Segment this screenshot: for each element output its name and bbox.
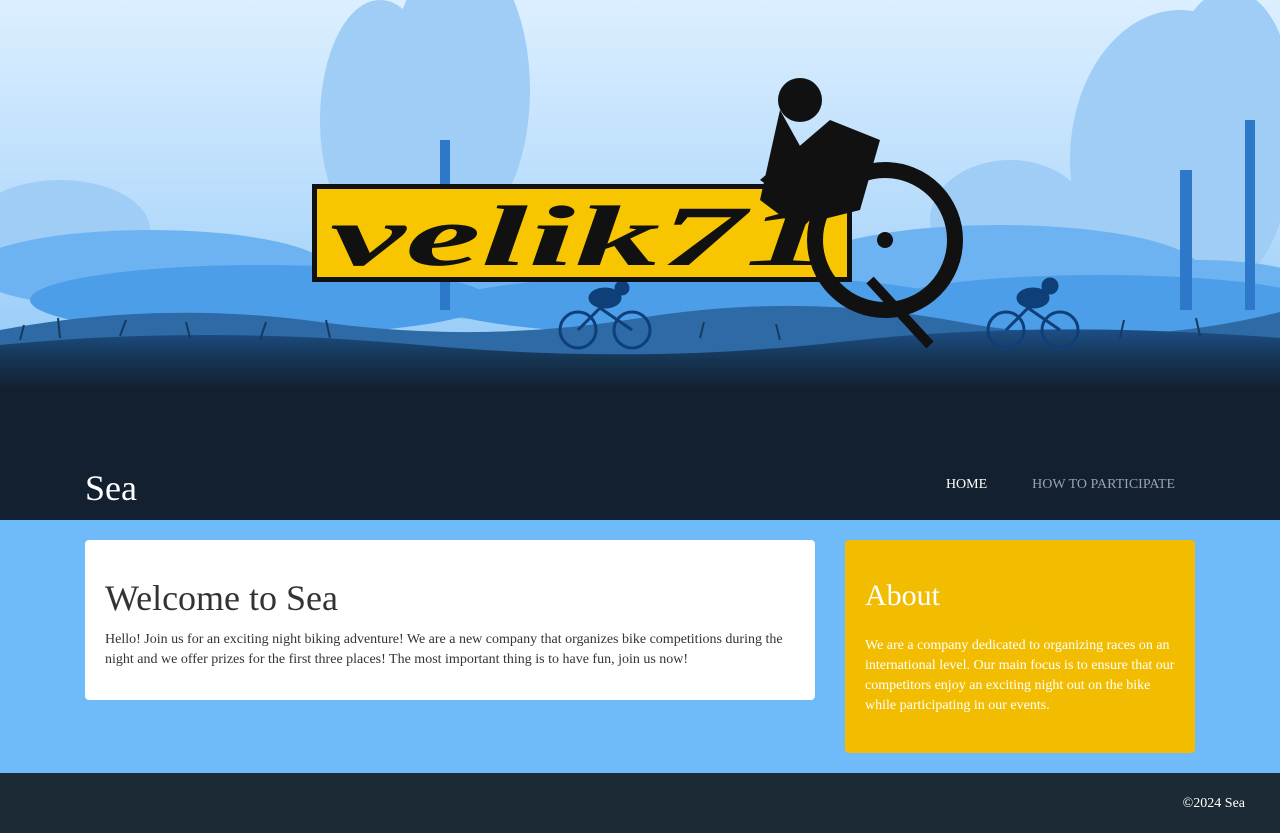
- footer-copyright: ©2024 Sea: [1182, 796, 1245, 811]
- hero-illustration: velik71: [0, 0, 1280, 520]
- logo-text: velik71: [330, 188, 830, 284]
- welcome-text: Hello! Join us for an exciting night bik…: [105, 632, 783, 667]
- about-card: About We are a company dedicated to orga…: [845, 540, 1195, 753]
- hero-banner: velik71 Sea HOME HOW TO PARTICIPATE: [0, 0, 1280, 520]
- nav-home[interactable]: HOME: [946, 476, 987, 494]
- footer: ©2024 Sea: [0, 773, 1280, 833]
- main-nav: HOME HOW TO PARTICIPATE: [946, 476, 1175, 494]
- about-title: About: [865, 579, 940, 612]
- site-brand[interactable]: Sea: [85, 468, 137, 508]
- main-content: Welcome to Sea Hello! Join us for an exc…: [0, 520, 1280, 773]
- about-text: We are a company dedicated to organizing…: [865, 638, 1175, 713]
- welcome-card: Welcome to Sea Hello! Join us for an exc…: [85, 540, 815, 700]
- welcome-title: Welcome to Sea: [105, 578, 339, 618]
- nav-how-to-participate[interactable]: HOW TO PARTICIPATE: [1032, 476, 1175, 494]
